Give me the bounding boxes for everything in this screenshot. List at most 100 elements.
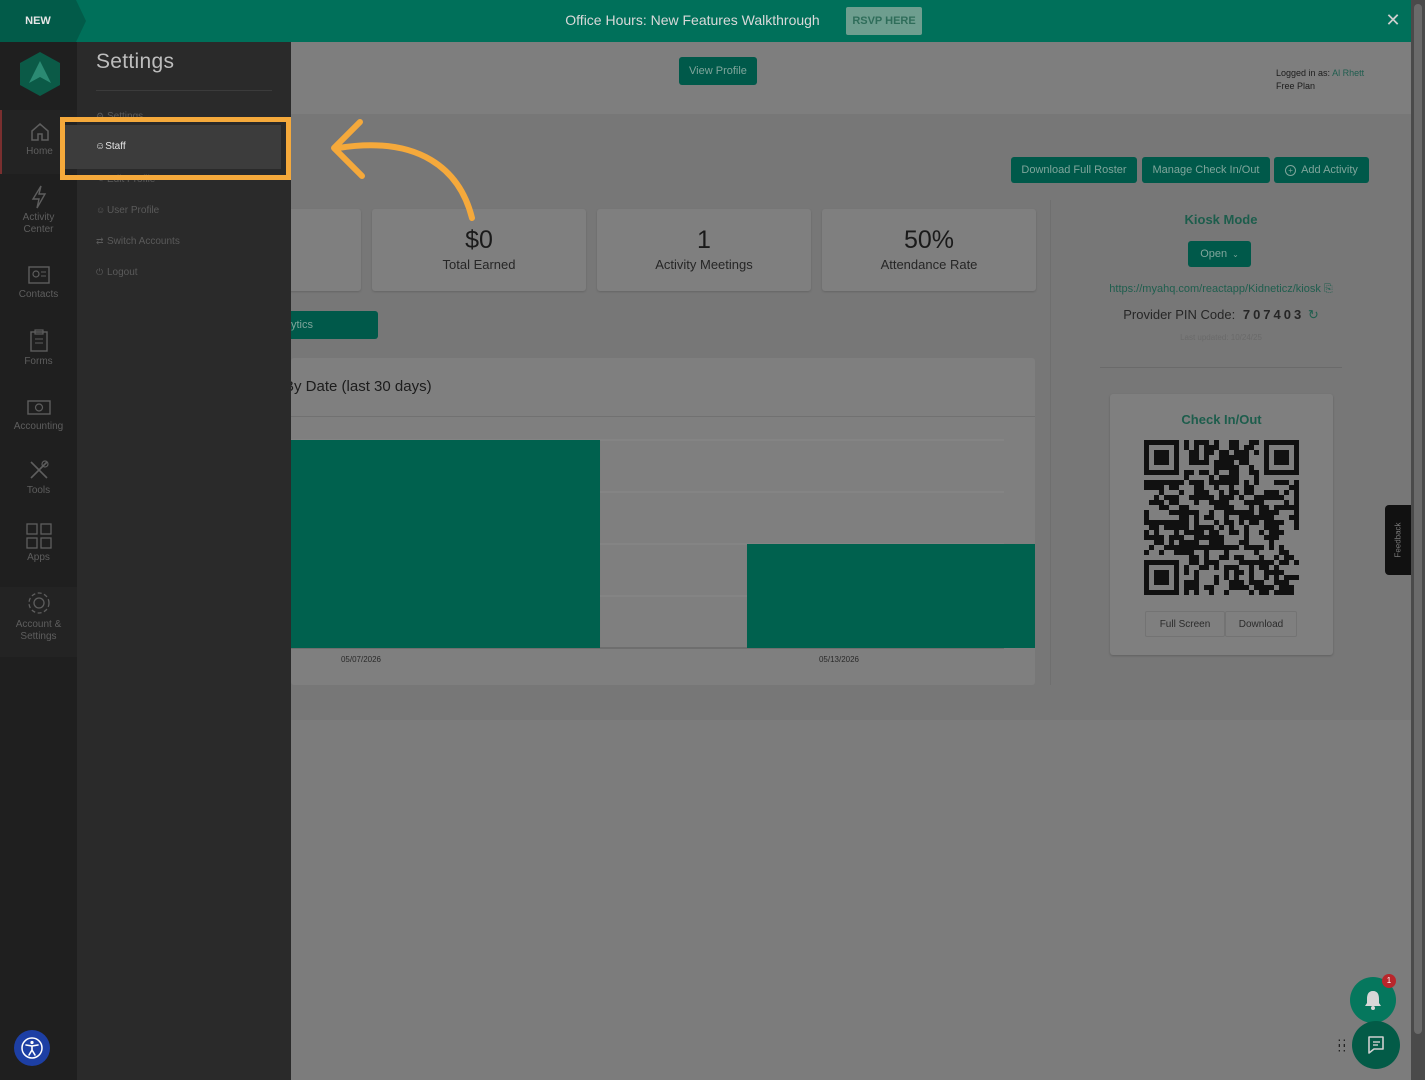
rail-item-forms[interactable]: Forms [0,329,77,379]
rail-item-apps[interactable]: Apps [0,523,77,573]
qr-module [1254,470,1259,475]
qr-module [1239,450,1244,455]
qr-module [1184,515,1189,520]
kiosk-link[interactable]: https://myahq.com/reactapp/Kidneticz/kio… [1109,283,1321,295]
stat-label: Attendance Rate [880,257,978,272]
qr-module [1204,565,1209,570]
rail-item-label: Tools [26,485,51,496]
qr-module [1194,560,1199,565]
rail-item-contacts[interactable]: Contacts [0,264,77,314]
manage-check-button[interactable]: Manage Check In/Out [1142,157,1270,183]
logout-icon: ⏻ [96,267,104,277]
qr-module [1249,465,1254,470]
scrollbar[interactable] [1411,0,1425,1080]
plan-label: Free Plan [1276,81,1316,91]
qr-module [1294,515,1299,520]
qr-module [1144,535,1149,540]
qr-module [1204,525,1209,530]
logo-icon[interactable] [20,52,60,96]
feedback-tab[interactable]: Feedback [1385,505,1411,575]
qr-module [1249,485,1254,490]
qr-module [1189,555,1194,560]
qr-module [1189,510,1194,515]
qr-module [1264,560,1269,565]
qr-module [1164,505,1169,510]
qr-module [1184,580,1189,585]
view-profile-button[interactable]: View Profile [679,57,757,85]
menu-item-logout[interactable]: ⏻ Logout [96,265,138,279]
full-screen-button[interactable]: Full Screen [1145,611,1225,637]
qr-module [1199,490,1204,495]
rail-item-accounting[interactable]: Accounting [0,398,77,448]
qr-module [1209,585,1214,590]
qr-module [1159,480,1164,485]
qr-module [1259,530,1264,535]
notification-badge: 1 [1382,974,1396,988]
qr-module [1184,570,1189,575]
qr-module [1244,485,1249,490]
qr-module [1224,460,1229,465]
qr-module [1209,530,1214,535]
accessibility-button[interactable] [14,1030,50,1066]
qr-module [1189,480,1194,485]
pin-row: Provider PIN Code: 707403 ↻ [1081,307,1361,323]
menu-item-user-profile[interactable]: ☺ User Profile [96,203,159,217]
download-roster-button[interactable]: Download Full Roster [1011,157,1137,183]
rsvp-button[interactable]: RSVP HERE [846,7,922,35]
add-activity-button[interactable]: + Add Activity [1274,157,1369,183]
rail-item-activity-center[interactable]: Activity Center [0,185,77,241]
qr-module [1269,515,1274,520]
chart-bar[interactable] [291,440,601,648]
qr-module [1209,480,1214,485]
qr-module [1259,565,1264,570]
user-name-link[interactable]: Al Rhett [1332,68,1364,78]
qr-module [1239,580,1244,585]
qr-finder [1274,450,1289,465]
chart-bar[interactable] [746,544,1035,648]
qr-module [1224,590,1229,595]
qr-module [1229,440,1234,445]
qr-module [1254,440,1259,445]
qr-module [1224,465,1229,470]
qr-module [1244,510,1249,515]
qr-module [1279,590,1284,595]
drag-handle-icon[interactable]: ∷ ∷ [1338,1037,1347,1055]
qr-module [1174,520,1179,525]
qr-module [1224,515,1229,520]
copy-icon[interactable]: ⎘ [1324,283,1333,295]
qr-module [1169,495,1174,500]
qr-module [1279,505,1284,510]
rail-item-tools[interactable]: Tools [0,458,77,508]
qr-module [1169,480,1174,485]
download-qr-button[interactable]: Download [1225,611,1297,637]
qr-module [1219,475,1224,480]
qr-module [1179,535,1184,540]
qr-module [1229,580,1234,585]
qr-module [1189,450,1194,455]
qr-module [1194,495,1199,500]
qr-module [1234,585,1239,590]
menu-item-switch-accounts[interactable]: ⇄ Switch Accounts [96,234,180,248]
rail-item-account-settings[interactable]: Account & Settings [0,587,77,657]
chat-button[interactable] [1352,1021,1400,1069]
qr-module [1184,545,1189,550]
qr-module [1204,450,1209,455]
stat-label: Activity Meetings [655,257,753,272]
notifications-button[interactable]: 1 [1350,974,1396,1023]
scrollbar-thumb[interactable] [1414,4,1422,1034]
kiosk-open-dropdown[interactable]: Open ⌄ [1188,241,1251,267]
qr-module [1209,535,1214,540]
pin-label: Provider PIN Code: [1123,307,1236,322]
qr-module [1154,530,1159,535]
qr-module [1209,545,1214,550]
qr-module [1204,490,1209,495]
close-icon[interactable]: ✕ [1383,10,1403,30]
refresh-icon[interactable]: ↻ [1308,307,1319,322]
qr-module [1159,520,1164,525]
qr-module [1209,515,1214,520]
qr-module [1249,575,1254,580]
qr-module [1174,485,1179,490]
qr-module [1214,565,1219,570]
qr-module [1234,575,1239,580]
tools-icon [29,460,49,479]
